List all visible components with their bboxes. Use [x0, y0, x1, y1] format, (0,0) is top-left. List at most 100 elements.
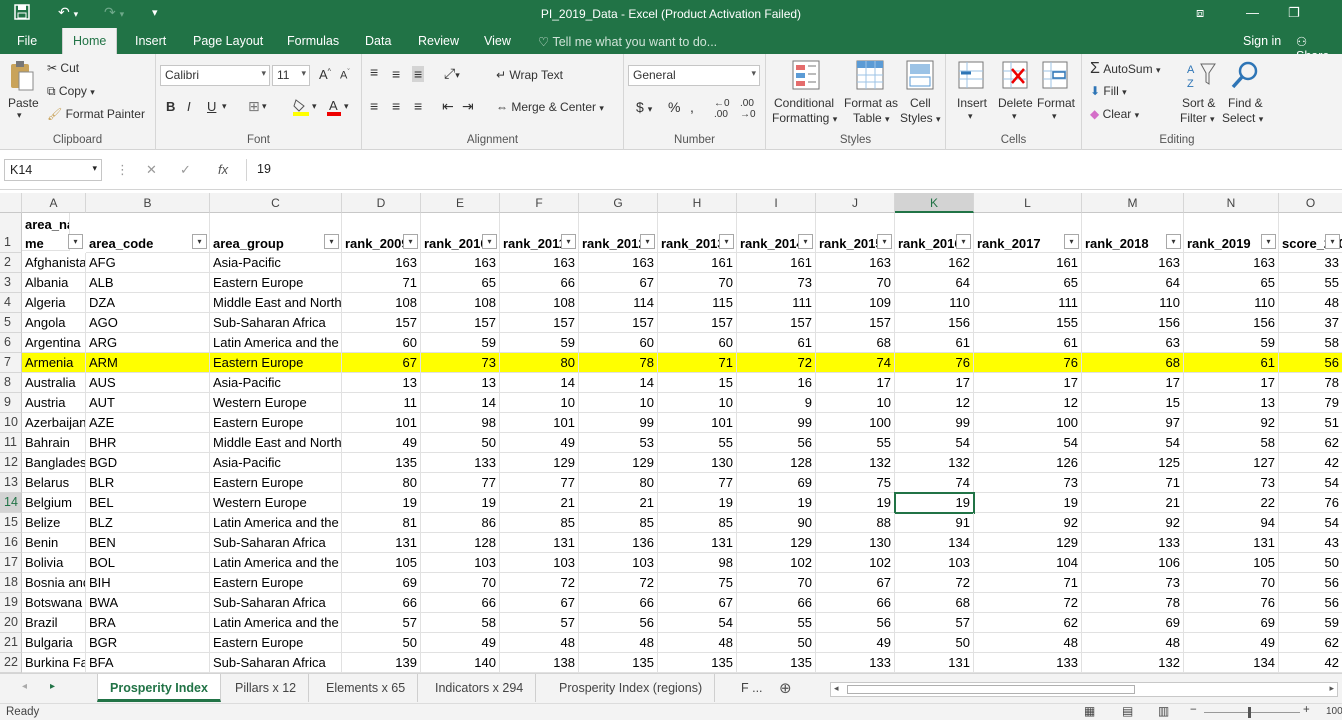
- cell-i20[interactable]: 55: [737, 613, 816, 633]
- cut-button[interactable]: ✂ Cut: [47, 61, 79, 75]
- tab-review[interactable]: Review: [418, 34, 459, 48]
- cell-i11[interactable]: 56: [737, 433, 816, 453]
- cell-b22[interactable]: BFA: [86, 653, 210, 673]
- cell-c14[interactable]: Western Europe: [210, 493, 342, 513]
- cell-h18[interactable]: 75: [658, 573, 737, 593]
- cell-n22[interactable]: 134: [1184, 653, 1279, 673]
- wrap-text-button[interactable]: ↵ Wrap Text: [496, 68, 563, 82]
- cell-m3[interactable]: 64: [1082, 273, 1184, 293]
- cell-a13[interactable]: Belarus: [22, 473, 86, 493]
- row-header-2[interactable]: 2: [0, 253, 22, 273]
- cell-n2[interactable]: 163: [1184, 253, 1279, 273]
- cell-b18[interactable]: BIH: [86, 573, 210, 593]
- cell-e3[interactable]: 65: [421, 273, 500, 293]
- cell-d22[interactable]: 139: [342, 653, 421, 673]
- cell-c19[interactable]: Sub-Saharan Africa: [210, 593, 342, 613]
- cell-l22[interactable]: 133: [974, 653, 1082, 673]
- cell-i2[interactable]: 161: [737, 253, 816, 273]
- cell-m6[interactable]: 63: [1082, 333, 1184, 353]
- cell-n19[interactable]: 76: [1184, 593, 1279, 613]
- cell-b20[interactable]: BRA: [86, 613, 210, 633]
- cell-c2[interactable]: Asia-Pacific: [210, 253, 342, 273]
- cell-f7[interactable]: 80: [500, 353, 579, 373]
- cell-j4[interactable]: 109: [816, 293, 895, 313]
- cell-h14[interactable]: 19: [658, 493, 737, 513]
- cell-j14[interactable]: 19: [816, 493, 895, 513]
- column-header-c[interactable]: C: [210, 193, 342, 213]
- zoom-in-icon[interactable]: +: [1303, 704, 1310, 716]
- cell-k19[interactable]: 68: [895, 593, 974, 613]
- cell-e17[interactable]: 103: [421, 553, 500, 573]
- cell-b9[interactable]: AUT: [86, 393, 210, 413]
- cell-c8[interactable]: Asia-Pacific: [210, 373, 342, 393]
- cell-e22[interactable]: 140: [421, 653, 500, 673]
- format-cells-button[interactable]: Format: [1037, 96, 1075, 110]
- row-header-10[interactable]: 10: [0, 413, 22, 433]
- cell-f4[interactable]: 108: [500, 293, 579, 313]
- autosum-button[interactable]: Σ AutoSum ▾: [1090, 60, 1160, 78]
- cell-c20[interactable]: Latin America and the Caribbean: [210, 613, 342, 633]
- cell-k17[interactable]: 103: [895, 553, 974, 573]
- cell-j11[interactable]: 55: [816, 433, 895, 453]
- cell-o15[interactable]: 54: [1279, 513, 1342, 533]
- filter-dropdown-icon[interactable]: ▾: [877, 234, 892, 249]
- minimize-icon[interactable]: —: [1246, 5, 1259, 20]
- table-label[interactable]: Table ▾: [853, 111, 890, 125]
- filter-dropdown-icon[interactable]: ▾: [403, 234, 418, 249]
- cell-k10[interactable]: 99: [895, 413, 974, 433]
- column-header-o[interactable]: O: [1279, 193, 1342, 213]
- cell-d13[interactable]: 80: [342, 473, 421, 493]
- cell-a6[interactable]: Argentina: [22, 333, 86, 353]
- cell-m20[interactable]: 69: [1082, 613, 1184, 633]
- cell-n11[interactable]: 58: [1184, 433, 1279, 453]
- cell-l11[interactable]: 54: [974, 433, 1082, 453]
- cell-h7[interactable]: 71: [658, 353, 737, 373]
- cell-f15[interactable]: 85: [500, 513, 579, 533]
- cell-n20[interactable]: 69: [1184, 613, 1279, 633]
- row-header-11[interactable]: 11: [0, 433, 22, 453]
- cell-m8[interactable]: 17: [1082, 373, 1184, 393]
- cell-j20[interactable]: 56: [816, 613, 895, 633]
- cell-i12[interactable]: 128: [737, 453, 816, 473]
- cell-c13[interactable]: Eastern Europe: [210, 473, 342, 493]
- cell-g6[interactable]: 60: [579, 333, 658, 353]
- decrease-font-icon[interactable]: Aˇ: [340, 69, 350, 82]
- row-header-9[interactable]: 9: [0, 393, 22, 413]
- cell-e9[interactable]: 14: [421, 393, 500, 413]
- cell-l5[interactable]: 155: [974, 313, 1082, 333]
- cell-d5[interactable]: 157: [342, 313, 421, 333]
- cell-e14[interactable]: 19: [421, 493, 500, 513]
- cell-g17[interactable]: 103: [579, 553, 658, 573]
- column-header-e[interactable]: E: [421, 193, 500, 213]
- cell-g7[interactable]: 78: [579, 353, 658, 373]
- cell-g11[interactable]: 53: [579, 433, 658, 453]
- cell-b17[interactable]: BOL: [86, 553, 210, 573]
- tab-file[interactable]: File: [17, 34, 37, 48]
- zoom-slider[interactable]: [1204, 712, 1300, 713]
- cell-e18[interactable]: 70: [421, 573, 500, 593]
- cell-d7[interactable]: 67: [342, 353, 421, 373]
- cell-h12[interactable]: 130: [658, 453, 737, 473]
- delete-dropdown-icon[interactable]: ▾: [1012, 111, 1017, 122]
- cell-g21[interactable]: 48: [579, 633, 658, 653]
- cell-k9[interactable]: 12: [895, 393, 974, 413]
- sheet-tab-elements[interactable]: Elements x 65: [314, 674, 419, 702]
- cell-l14[interactable]: 19: [974, 493, 1082, 513]
- cell-e21[interactable]: 49: [421, 633, 500, 653]
- cell-a16[interactable]: Benin: [22, 533, 86, 553]
- next-sheet-icon[interactable]: ▸: [50, 681, 55, 692]
- row-header-18[interactable]: 18: [0, 573, 22, 593]
- cell-n5[interactable]: 156: [1184, 313, 1279, 333]
- cell-n18[interactable]: 70: [1184, 573, 1279, 593]
- cell-k13[interactable]: 74: [895, 473, 974, 493]
- cell-e16[interactable]: 128: [421, 533, 500, 553]
- cell-f21[interactable]: 48: [500, 633, 579, 653]
- cell-d17[interactable]: 105: [342, 553, 421, 573]
- cell-m2[interactable]: 163: [1082, 253, 1184, 273]
- cell-k20[interactable]: 57: [895, 613, 974, 633]
- cell-l19[interactable]: 72: [974, 593, 1082, 613]
- cell-c15[interactable]: Latin America and the Caribbean: [210, 513, 342, 533]
- increase-font-icon[interactable]: A^: [319, 67, 331, 82]
- cell-c22[interactable]: Sub-Saharan Africa: [210, 653, 342, 673]
- cell-f20[interactable]: 57: [500, 613, 579, 633]
